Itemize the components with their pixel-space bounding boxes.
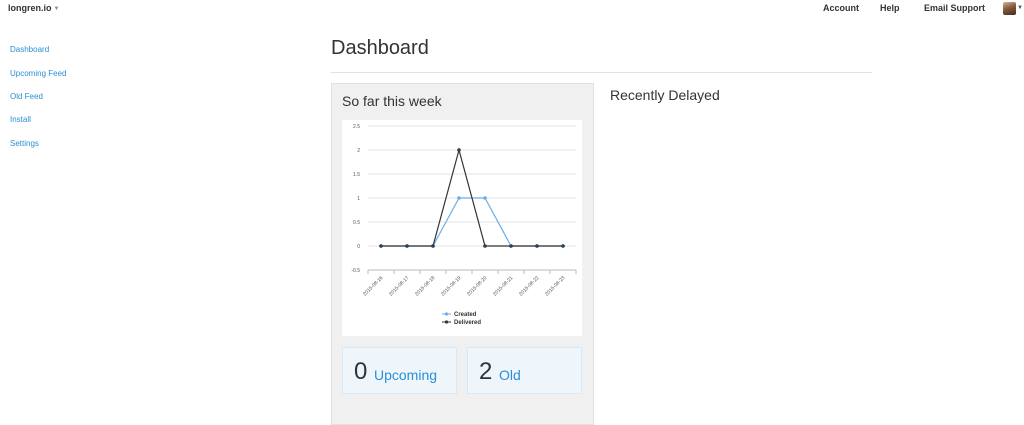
data-point-delivered xyxy=(379,244,383,248)
chevron-down-icon: ▼ xyxy=(53,6,60,12)
y-tick-label: 1.5 xyxy=(353,172,360,178)
legend-label: Created xyxy=(454,312,477,318)
data-point-delivered xyxy=(509,244,513,248)
data-point-created xyxy=(483,196,487,200)
x-tick-label: 2015-08-22 xyxy=(518,275,540,297)
avatar[interactable] xyxy=(1003,2,1016,15)
x-tick-label: 2015-08-18 xyxy=(414,275,436,297)
data-point-created xyxy=(457,196,461,200)
y-tick-label: 0 xyxy=(357,244,360,250)
y-tick-label: 2 xyxy=(357,148,360,154)
old-stat-card: 2 Old xyxy=(467,347,582,394)
y-tick-label: 2.5 xyxy=(353,124,360,130)
data-point-delivered xyxy=(457,148,461,152)
week-panel-title: So far this week xyxy=(342,93,442,109)
sidebar-item-dashboard[interactable]: Dashboard xyxy=(10,45,49,54)
recently-delayed-title: Recently Delayed xyxy=(610,87,720,103)
chevron-down-icon: ▼ xyxy=(1017,5,1023,11)
y-tick-label: -0.5 xyxy=(351,268,360,274)
weekly-line-chart: 2.521.510.50-0.52015-08-16 2015-08-17 2015… xyxy=(351,124,577,326)
x-tick-label: 2015-08-20 xyxy=(466,275,488,297)
upcoming-count: 0 xyxy=(354,358,368,385)
top-navbar: longren.io ▼ Account Help Email Support ▼ xyxy=(0,0,1024,17)
divider xyxy=(331,72,872,73)
y-tick-label: 0.5 xyxy=(353,220,360,226)
data-point-delivered xyxy=(483,244,487,248)
nav-help[interactable]: Help xyxy=(880,3,900,13)
sidebar-item-settings[interactable]: Settings xyxy=(10,139,39,148)
legend-marker xyxy=(444,320,449,324)
upcoming-stat-card: 0 Upcoming xyxy=(342,347,457,394)
old-link[interactable]: Old xyxy=(499,367,521,383)
x-tick-label: 2015-08-23 xyxy=(544,275,566,297)
page-title: Dashboard xyxy=(331,37,429,59)
sidebar-item-upcoming-feed[interactable]: Upcoming Feed xyxy=(10,69,66,78)
data-point-delivered xyxy=(431,244,435,248)
data-point-delivered xyxy=(535,244,539,248)
y-tick-label: 1 xyxy=(357,196,360,202)
x-tick-label: 2015-08-16 xyxy=(362,275,384,297)
legend-marker xyxy=(444,312,449,316)
old-count: 2 xyxy=(479,358,493,385)
data-point-delivered xyxy=(561,244,565,248)
upcoming-link[interactable]: Upcoming xyxy=(374,367,437,383)
sidebar-item-install[interactable]: Install xyxy=(10,115,31,124)
brand-label: longren.io xyxy=(8,3,52,13)
weekly-chart: 2.5 2 1.5 1 0.5 0 -0.5 2015-08-16 2015-08-17 2015… xyxy=(342,120,582,336)
x-tick-label: 2015-08-19 xyxy=(440,275,462,297)
brand-menu[interactable]: longren.io ▼ xyxy=(8,3,59,13)
x-tick-label: 2015-08-21 xyxy=(492,275,514,297)
nav-account[interactable]: Account xyxy=(823,3,859,13)
data-point-delivered xyxy=(405,244,409,248)
sidebar-item-old-feed[interactable]: Old Feed xyxy=(10,92,43,101)
x-tick-label: 2015-08-17 xyxy=(388,275,410,297)
nav-email-support[interactable]: Email Support xyxy=(924,3,985,13)
legend-label: Delivered xyxy=(454,320,481,326)
